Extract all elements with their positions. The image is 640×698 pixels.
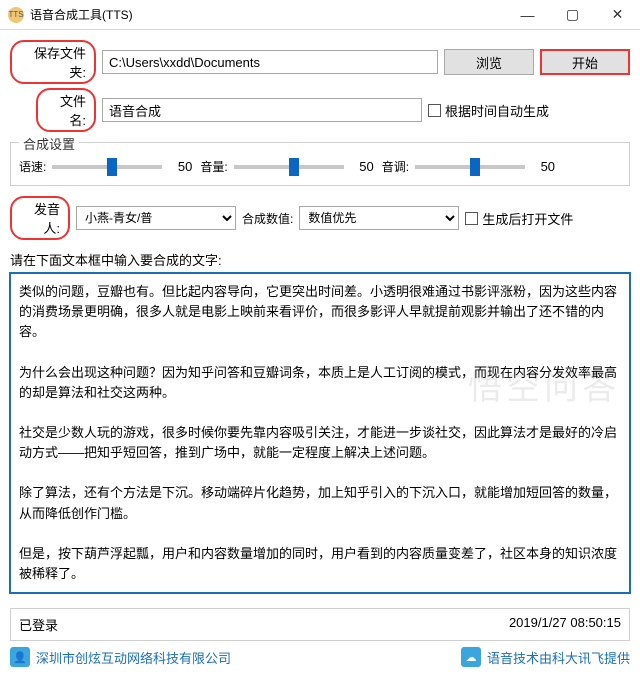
close-button[interactable]: ✕ [595, 0, 640, 30]
filename-input[interactable] [102, 98, 422, 122]
footer: 👤 深圳市创炫互动网络科技有限公司 ☁ 语音技术由科大讯飞提供 [10, 647, 630, 667]
checkbox-label: 根据时间自动生成 [445, 101, 549, 120]
start-button[interactable]: 开始 [540, 49, 630, 75]
speed-slider[interactable] [52, 165, 162, 169]
window-controls: — ▢ ✕ [505, 0, 640, 30]
volume-value: 50 [350, 159, 374, 174]
pitch-slider[interactable] [415, 165, 525, 169]
status-bar: 已登录 2019/1/27 08:50:15 [10, 608, 630, 641]
synthesis-text-input[interactable] [10, 273, 630, 593]
checkbox-icon [428, 104, 441, 117]
volume-slider[interactable] [234, 165, 344, 169]
synthesis-settings: 合成设置 语速: 50 音量: 50 音调: 50 [10, 142, 630, 186]
titlebar: TTS 语音合成工具(TTS) — ▢ ✕ [0, 0, 640, 30]
volume-label: 音量: [200, 158, 227, 175]
speed-value: 50 [168, 159, 192, 174]
textarea-prompt: 请在下面文本框中输入要合成的文字: [10, 250, 630, 269]
speed-label: 语速: [19, 158, 46, 175]
app-icon: TTS [8, 7, 24, 23]
provider-icon: ☁ [461, 647, 481, 667]
pitch-value: 50 [531, 159, 555, 174]
settings-legend: 合成设置 [19, 134, 79, 153]
speaker-label: 发音人: [10, 196, 70, 240]
browse-button[interactable]: 浏览 [444, 49, 534, 75]
minimize-button[interactable]: — [505, 0, 550, 30]
open-after-checkbox[interactable]: 生成后打开文件 [465, 209, 573, 228]
auto-filename-checkbox[interactable]: 根据时间自动生成 [428, 101, 549, 120]
pitch-label: 音调: [382, 158, 409, 175]
speaker-select[interactable]: 小燕-青女/普 [76, 206, 236, 230]
filename-row: 文件名: 根据时间自动生成 [10, 88, 630, 132]
save-folder-row: 保存文件夹: 浏览 开始 [10, 40, 630, 84]
maximize-button[interactable]: ▢ [550, 0, 595, 30]
checkbox-label: 生成后打开文件 [482, 209, 573, 228]
login-status: 已登录 [19, 615, 58, 634]
save-folder-label: 保存文件夹: [10, 40, 96, 84]
checkbox-icon [465, 212, 478, 225]
filename-label: 文件名: [36, 88, 96, 132]
quality-select[interactable]: 数值优先 [299, 206, 459, 230]
provider-info[interactable]: ☁ 语音技术由科大讯飞提供 [461, 647, 630, 667]
window-title: 语音合成工具(TTS) [30, 6, 505, 23]
save-folder-input[interactable] [102, 50, 438, 74]
timestamp: 2019/1/27 08:50:15 [509, 615, 621, 634]
speaker-row: 发音人: 小燕-青女/普 合成数值: 数值优先 生成后打开文件 [10, 196, 630, 240]
company-icon: 👤 [10, 647, 30, 667]
quality-label: 合成数值: [242, 210, 293, 227]
company-info[interactable]: 👤 深圳市创炫互动网络科技有限公司 [10, 647, 231, 667]
